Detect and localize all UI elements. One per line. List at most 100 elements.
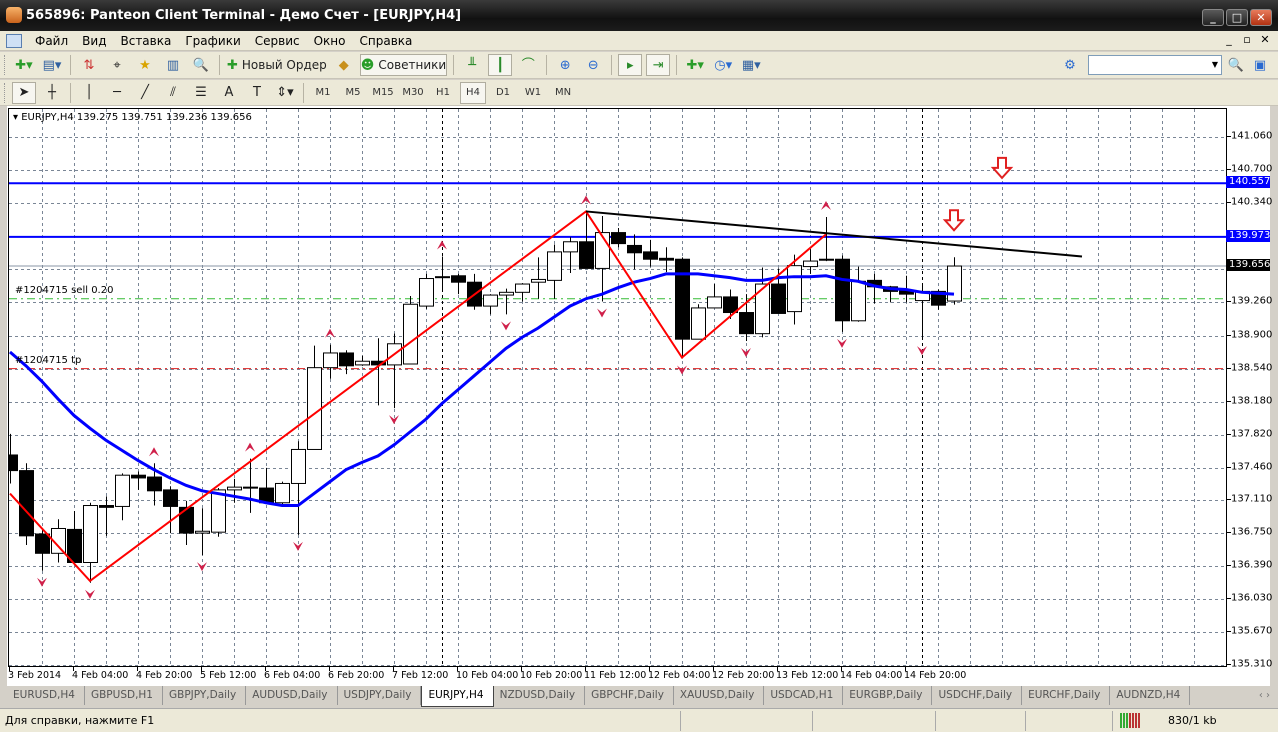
toolbar-grip[interactable] (4, 82, 7, 103)
tab-gbpjpy-daily[interactable]: GBPJPY,Daily (163, 686, 247, 705)
chart-window-icon[interactable] (6, 33, 22, 48)
candle (547, 244, 562, 299)
timeframe-mn[interactable]: MN (550, 82, 576, 104)
timeframe-h1[interactable]: H1 (430, 82, 456, 104)
strategy-tester-button[interactable]: 🔍 (189, 54, 213, 76)
timeframe-m5[interactable]: M5 (340, 82, 366, 104)
community-button[interactable]: ▣ (1248, 54, 1272, 76)
trendline-button[interactable]: ╱ (133, 82, 157, 104)
candle-body (659, 257, 674, 261)
new-order-icon: ✚ (227, 57, 238, 73)
zoom-in-button[interactable]: ⊕ (553, 54, 577, 76)
navigator-button[interactable]: ★ (133, 54, 157, 76)
templates-button[interactable]: ▦▾ (739, 54, 763, 76)
text-label-button[interactable]: T (245, 82, 269, 104)
menu-window[interactable]: Окно (307, 34, 353, 48)
line-chart-button[interactable]: ⌒ (516, 54, 540, 76)
timeframe-d1[interactable]: D1 (490, 82, 516, 104)
menu-view[interactable]: Вид (75, 34, 113, 48)
tab-audnzd-h4[interactable]: AUDNZD,H4 (1110, 686, 1191, 705)
chart-shift-icon: ⇥ (652, 57, 664, 73)
mdi-restore-button[interactable]: ▫ (1240, 33, 1254, 46)
timeframe-m1[interactable]: M1 (310, 82, 336, 104)
tab-usdchf-daily[interactable]: USDCHF,Daily (932, 686, 1023, 705)
time-axis[interactable]: 3 Feb 2014 4 Feb 04:00 4 Feb 20:00 5 Feb 12… (8, 667, 1270, 686)
bar-chart-button[interactable]: ╨ (460, 54, 484, 76)
close-button[interactable]: ✕ (1250, 9, 1272, 26)
candle (67, 511, 82, 564)
candle-body (707, 296, 722, 309)
menu-insert[interactable]: Вставка (113, 34, 178, 48)
fractal-down-icon (597, 308, 607, 318)
metaeditor-button[interactable]: ◆ (332, 54, 356, 76)
toolbar-grip[interactable] (4, 55, 7, 75)
candle (323, 344, 338, 379)
menu-charts[interactable]: Графики (178, 34, 247, 48)
experts-button[interactable]: ☻ Советники (359, 54, 448, 76)
time-tick-label: 6 Feb 04:00 (264, 670, 321, 681)
fibo-button[interactable]: ☰ (189, 82, 213, 104)
tab-eurchf-daily[interactable]: EURCHF,Daily (1022, 686, 1111, 705)
maximize-button[interactable]: □ (1226, 9, 1248, 26)
timeframe-h4[interactable]: H4 (460, 81, 486, 104)
experts-label: Советники (378, 58, 447, 72)
zoom-out-button[interactable]: ⊖ (581, 54, 605, 76)
tab-audusd-daily[interactable]: AUDUSD,Daily (246, 686, 338, 705)
terminal-button[interactable]: ▥ (161, 54, 185, 76)
vertical-line-button[interactable]: │ (77, 82, 101, 104)
candle (483, 294, 498, 315)
menu-help[interactable]: Справка (353, 34, 420, 48)
book-icon: ◆ (338, 57, 349, 73)
candle-body (739, 312, 754, 335)
tab-eurgbp-daily[interactable]: EURGBP,Daily (843, 686, 933, 705)
channel-button[interactable]: ⫽ (161, 82, 185, 104)
horizontal-line-button[interactable]: ─ (105, 82, 129, 104)
price-axis[interactable]: 141.060 140.700 140.340 139.260 138.900 138.5… (1226, 108, 1272, 670)
tab-xauusd-daily[interactable]: XAUUSD,Daily (674, 686, 765, 705)
indicators-button[interactable]: ✚▾ (683, 54, 707, 76)
price-chart[interactable]: ▾ EURJPY,H4 139.275 139.751 139.236 139.… (8, 108, 1227, 667)
data-window-button[interactable]: ⌖ (105, 54, 129, 76)
arrows-button[interactable]: ⇕▾ (273, 82, 297, 104)
separator (611, 55, 613, 75)
menu-tools[interactable]: Сервис (248, 34, 307, 48)
candlestick-button[interactable]: ┃ (488, 54, 513, 76)
chart-shift-button[interactable]: ⇥ (646, 54, 671, 76)
mdi-minimize-button[interactable]: _ (1222, 33, 1236, 46)
mdi-close-button[interactable]: ✕ (1258, 33, 1272, 46)
menu-bar: Файл Вид Вставка Графики Сервис Окно Спр… (0, 31, 1278, 51)
new-order-button[interactable]: ✚ Новый Ордер (226, 54, 328, 76)
tab-usdjpy-daily[interactable]: USDJPY,Daily (338, 686, 422, 705)
cursor-button[interactable]: ➤ (12, 81, 36, 104)
menu-file[interactable]: Файл (28, 34, 75, 48)
timeframe-w1[interactable]: W1 (520, 82, 546, 104)
search-input[interactable]: ▼ (1088, 55, 1222, 75)
autoscroll-button[interactable]: ▸ (618, 54, 643, 76)
tab-eurusd-h4[interactable]: EURUSD,H4 (7, 686, 85, 705)
new-chart-button[interactable]: ✚▾ (12, 54, 36, 76)
timeframe-m30[interactable]: M30 (400, 82, 426, 104)
search-button[interactable]: 🔍 (1224, 54, 1248, 76)
status-cell (680, 711, 681, 731)
tab-gbpusd-h1[interactable]: GBPUSD,H1 (85, 686, 163, 705)
crosshair-button[interactable]: ┼ (40, 82, 64, 104)
text-button[interactable]: A (217, 82, 241, 104)
periods-button[interactable]: ◷▾ (711, 54, 735, 76)
profiles-button[interactable]: ▤▾ (40, 54, 64, 76)
settings-button[interactable]: ⚙ (1058, 54, 1082, 76)
chevron-down-icon[interactable]: ▼ (1209, 56, 1221, 74)
candle-body (643, 251, 658, 260)
tab-gbpchf-daily[interactable]: GBPCHF,Daily (585, 686, 674, 705)
tab-nzdusd-daily[interactable]: NZDUSD,Daily (494, 686, 586, 705)
tab-eurjpy-h4[interactable]: EURJPY,H4 (421, 686, 494, 707)
tab-scroll-arrows-icon[interactable]: ‹ › (1259, 690, 1270, 701)
status-cell (935, 711, 936, 731)
minimize-button[interactable]: _ (1202, 9, 1224, 26)
candle (851, 266, 866, 322)
market-watch-button[interactable]: ⇅ (77, 54, 101, 76)
candle-body (483, 294, 498, 307)
tab-usdcad-h1[interactable]: USDCAD,H1 (764, 686, 844, 705)
fractal-down-icon (197, 562, 207, 572)
timeframe-m15[interactable]: M15 (370, 82, 396, 104)
chart-canvas[interactable] (9, 109, 1227, 667)
